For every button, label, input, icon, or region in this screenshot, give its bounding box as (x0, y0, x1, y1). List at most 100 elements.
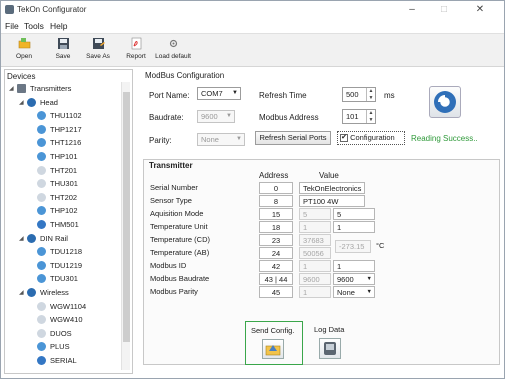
tree-item[interactable]: THP1217 (29, 124, 82, 135)
tree-item[interactable]: WGW1104 (29, 301, 86, 312)
connect-button[interactable] (429, 86, 461, 118)
value-input[interactable]: 1 (333, 260, 375, 272)
expand-arrow-icon[interactable]: ◢ (19, 289, 27, 296)
save-as-button[interactable]: Save As (81, 37, 115, 67)
tree-item[interactable]: THU301 (29, 178, 78, 189)
minimize-button[interactable]: – (401, 3, 423, 16)
spinner-arrows-icon[interactable]: ▲ ▼ (366, 110, 375, 123)
menu-file[interactable]: File (5, 21, 19, 31)
tree-item[interactable]: THU1102 (29, 110, 82, 121)
tree-item-label: THM501 (50, 220, 79, 229)
port-name-select[interactable]: COM7 ▼ (197, 87, 241, 100)
row-label: Serial Number (150, 183, 198, 192)
maximize-button[interactable]: □ (433, 3, 455, 16)
save-as-icon (92, 38, 105, 49)
value-input[interactable]: 1 (333, 221, 375, 233)
save-button[interactable]: Save (46, 37, 80, 67)
device-icon (37, 274, 46, 284)
baudrate-value: 9600 (201, 112, 218, 121)
tree-item-label: TDU1219 (50, 260, 83, 270)
tree-item-label: Head (40, 97, 58, 107)
load-default-button[interactable]: Load default (153, 37, 193, 67)
modbus-address-value: 101 (346, 112, 359, 121)
value-select[interactable]: None ▼ (333, 286, 375, 298)
value-select[interactable]: 9600 ▼ (333, 273, 375, 285)
tree-item[interactable]: DUOS (29, 328, 72, 339)
status-text: Reading Success.. (411, 134, 478, 143)
devices-header: Devices (7, 72, 36, 81)
menu-help[interactable]: Help (50, 21, 67, 31)
port-name-label: Port Name: (149, 91, 190, 100)
tree-item-label: THT1216 (50, 138, 82, 148)
value-input[interactable]: 5 (333, 208, 375, 220)
tree-item[interactable]: SERIAL (29, 355, 77, 366)
tree-item[interactable]: ◢ Head (19, 97, 58, 108)
tree-item-label: THP1217 (50, 124, 82, 134)
pdf-report-icon (131, 37, 141, 50)
configuration-checkbox[interactable]: ✔ Configuration (337, 131, 405, 145)
baudrate-select[interactable]: 9600 ▼ (197, 110, 235, 123)
save-icon (57, 38, 69, 49)
refresh-time-spinner[interactable]: 500 ▲ ▼ (342, 87, 376, 102)
device-icon (27, 97, 36, 107)
load-default-icon (169, 39, 177, 48)
save-as-label: Save As (86, 53, 110, 60)
modbus-address-label: Modbus Address (259, 113, 319, 122)
devices-scrollbar[interactable] (121, 82, 130, 370)
menu-tools[interactable]: Tools (24, 21, 44, 31)
address-cell: 0 (259, 182, 293, 194)
expand-arrow-icon[interactable]: ◢ (19, 99, 27, 106)
row-label: Sensor Type (150, 196, 192, 205)
refresh-serial-ports-button[interactable]: Refresh Serial Ports (255, 131, 331, 145)
address-cell: 18 (259, 221, 293, 233)
tree-item[interactable]: THT201 (29, 165, 77, 176)
expand-arrow-icon[interactable]: ◢ (19, 235, 27, 242)
scrollbar-thumb[interactable] (123, 92, 130, 342)
tree-item[interactable]: WGW410 (29, 314, 83, 325)
device-icon (37, 342, 46, 352)
device-icon (37, 124, 46, 134)
device-icon (37, 315, 46, 325)
close-button[interactable]: ✕ (469, 3, 491, 16)
address-cell: 8 (259, 195, 293, 207)
refresh-time-label: Refresh Time (259, 91, 307, 100)
modbus-address-spinner[interactable]: 101 ▲ ▼ (342, 109, 376, 124)
tree-item[interactable]: THP102 (29, 205, 78, 216)
app-window: TekOn Configurator – □ ✕ File Tools Help… (0, 0, 505, 379)
tree-item[interactable]: PLUS (29, 341, 70, 352)
chevron-down-icon: ▼ (366, 276, 372, 282)
report-button[interactable]: Report (119, 37, 153, 67)
device-icon (37, 260, 46, 270)
expand-arrow-icon[interactable]: ◢ (9, 85, 17, 92)
chevron-down-icon: ▼ (232, 90, 238, 96)
tree-item[interactable]: THT202 (29, 192, 77, 203)
tree-item[interactable]: ◢ Wireless (19, 287, 69, 298)
read-value-cell: 1 (299, 221, 331, 233)
spinner-arrows-icon[interactable]: ▲ ▼ (366, 88, 375, 101)
tree-item[interactable]: ◢ DIN Rail (19, 233, 68, 244)
tree-item[interactable]: TDU1219 (29, 260, 82, 271)
tree-item[interactable]: THP101 (29, 151, 78, 162)
read-value-cell: 1 (299, 260, 331, 272)
row-label: Temperature (CD) (150, 235, 211, 244)
refresh-time-unit: ms (384, 91, 395, 100)
chevron-down-icon: ▼ (236, 136, 242, 142)
parity-select[interactable]: None ▼ (197, 133, 245, 146)
tree-item-label: Transmitters (30, 84, 72, 93)
address-column-header: Address (259, 171, 289, 180)
tree-item[interactable]: ◢ Transmitters (9, 83, 71, 94)
load-default-label: Load default (155, 53, 191, 60)
address-cell: 42 (259, 260, 293, 272)
baudrate-label: Baudrate: (149, 113, 184, 122)
send-config-box: Send Config. (245, 321, 303, 365)
tree-item[interactable]: TDU1218 (29, 246, 82, 257)
send-config-button[interactable] (262, 339, 284, 359)
log-data-button[interactable] (319, 338, 341, 359)
open-button[interactable]: Open (7, 37, 41, 67)
tree-item[interactable]: THM501 (29, 219, 79, 230)
tree-item[interactable]: TDU301 (29, 273, 78, 284)
tree-item[interactable]: THT1216 (29, 137, 81, 148)
device-icon (37, 192, 46, 202)
tree-item-label: THP102 (50, 206, 78, 216)
toolbar: Open Save Save As Report Load default (1, 33, 504, 67)
